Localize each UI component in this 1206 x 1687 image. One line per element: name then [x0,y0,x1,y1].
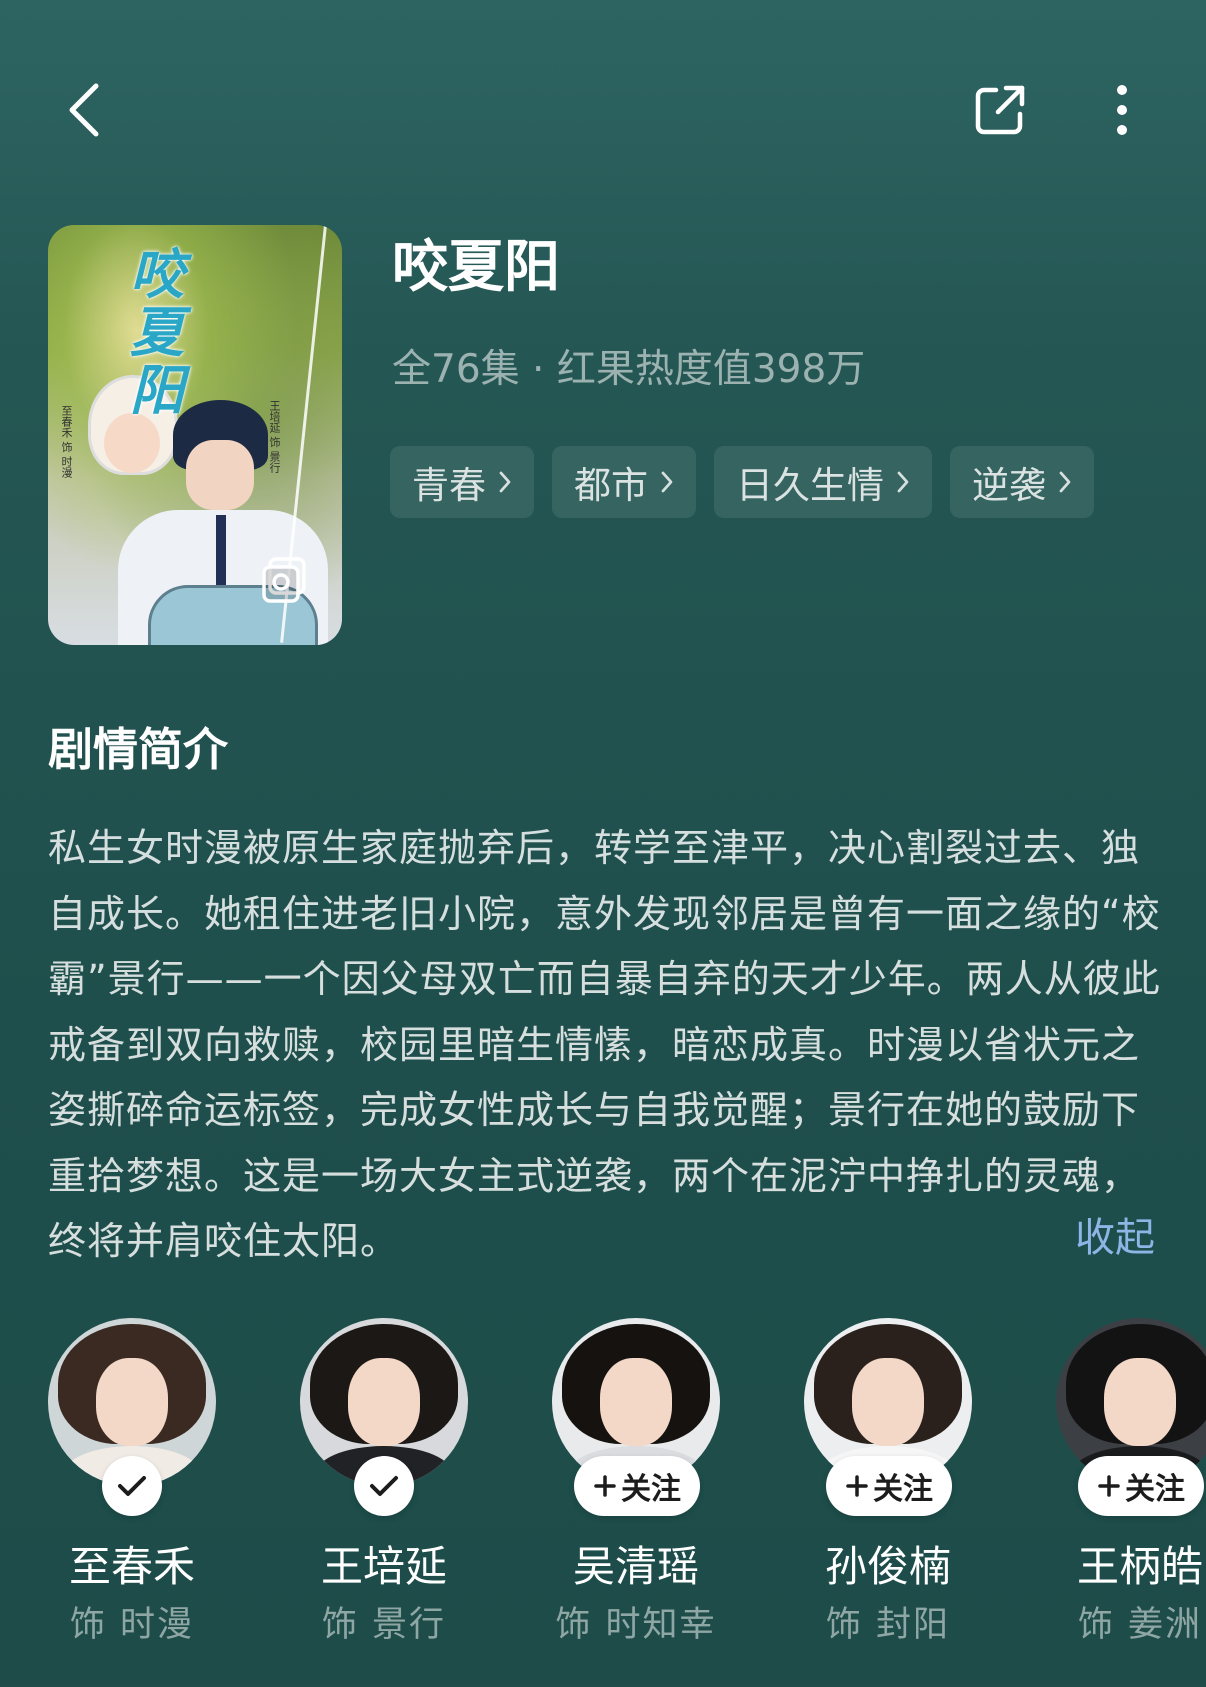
actor-name: 孙俊楠 [824,1542,951,1591]
follow-button[interactable]: 关注 [826,1456,952,1516]
followed-badge[interactable] [354,1456,414,1516]
genre-tags: 青春 都市 日久生情 逆袭 [390,446,1094,518]
more-vertical-icon [1117,85,1127,135]
poster-image[interactable]: 咬夏阳 至春禾 饰 时漫 王培延 饰 景行 [48,225,342,645]
collapse-button[interactable]: 收起 [1075,1210,1155,1266]
cast-member[interactable]: 关注 孙俊楠 饰 封阳 [768,1318,1008,1658]
cast-member[interactable]: 关注 王柄皓 饰 姜洲 [1020,1318,1206,1658]
top-nav-bar [0,0,1206,200]
poster-credit-left: 至春禾 饰 时漫 [60,405,73,478]
synopsis-heading: 剧情简介 [48,723,229,776]
follow-label: 关注 [1125,1472,1185,1507]
synopsis-text: 私生女时漫被原生家庭抛弃后，转学至津平，决心割裂过去、独自成长。她租住进老旧小院… [48,826,1161,1263]
cast-member[interactable]: 王培延 饰 景行 [264,1318,504,1658]
role-name: 饰 时知幸 [555,1605,717,1645]
follow-label: 关注 [873,1472,933,1507]
tag-label: 日久生情 [736,464,884,507]
tag-dushi[interactable]: 都市 [552,446,696,518]
actor-name: 王柄皓 [1076,1542,1203,1591]
plus-icon [846,1475,868,1497]
follow-button[interactable]: 关注 [1078,1456,1204,1516]
tag-nixi[interactable]: 逆袭 [950,446,1094,518]
tag-label: 都市 [574,464,648,507]
chevron-right-icon [660,470,674,494]
tag-qingchun[interactable]: 青春 [390,446,534,518]
more-options-button[interactable] [1082,70,1162,150]
role-name: 饰 时漫 [69,1605,195,1645]
gallery-icon[interactable] [260,555,310,605]
actor-name: 吴清瑶 [572,1542,699,1591]
role-name: 饰 姜洲 [1077,1605,1203,1645]
cast-list: 至春禾 饰 时漫 王培延 饰 景行 关注 吴清瑶 饰 时知幸 关注 孙俊楠 饰 … [0,1318,1206,1687]
chevron-right-icon [498,470,512,494]
tag-label: 青春 [412,464,486,507]
chevron-left-icon [69,83,99,137]
show-meta: 全76集 · 红果热度值398万 [392,347,866,392]
poster-logo-text: 咬夏阳 [130,242,184,422]
role-name: 饰 封阳 [825,1605,951,1645]
cast-member[interactable]: 关注 吴清瑶 饰 时知幸 [516,1318,756,1658]
plus-icon [594,1475,616,1497]
follow-button[interactable]: 关注 [574,1456,700,1516]
actor-name: 至春禾 [68,1542,195,1591]
follow-label: 关注 [621,1472,681,1507]
actor-name: 王培延 [320,1542,447,1591]
followed-badge[interactable] [102,1456,162,1516]
cast-member[interactable]: 至春禾 饰 时漫 [12,1318,252,1658]
check-icon [118,1476,146,1496]
chevron-right-icon [896,470,910,494]
tag-label: 逆袭 [972,464,1046,507]
show-title: 咬夏阳 [392,235,560,300]
check-icon [370,1476,398,1496]
back-button[interactable] [44,70,124,150]
share-icon [975,85,1025,135]
chevron-right-icon [1058,470,1072,494]
tag-rijiushengqing[interactable]: 日久生情 [714,446,932,518]
poster-credit-right: 王培延 饰 景行 [268,400,281,473]
share-button[interactable] [960,70,1040,150]
plus-icon [1098,1475,1120,1497]
role-name: 饰 景行 [321,1605,447,1645]
